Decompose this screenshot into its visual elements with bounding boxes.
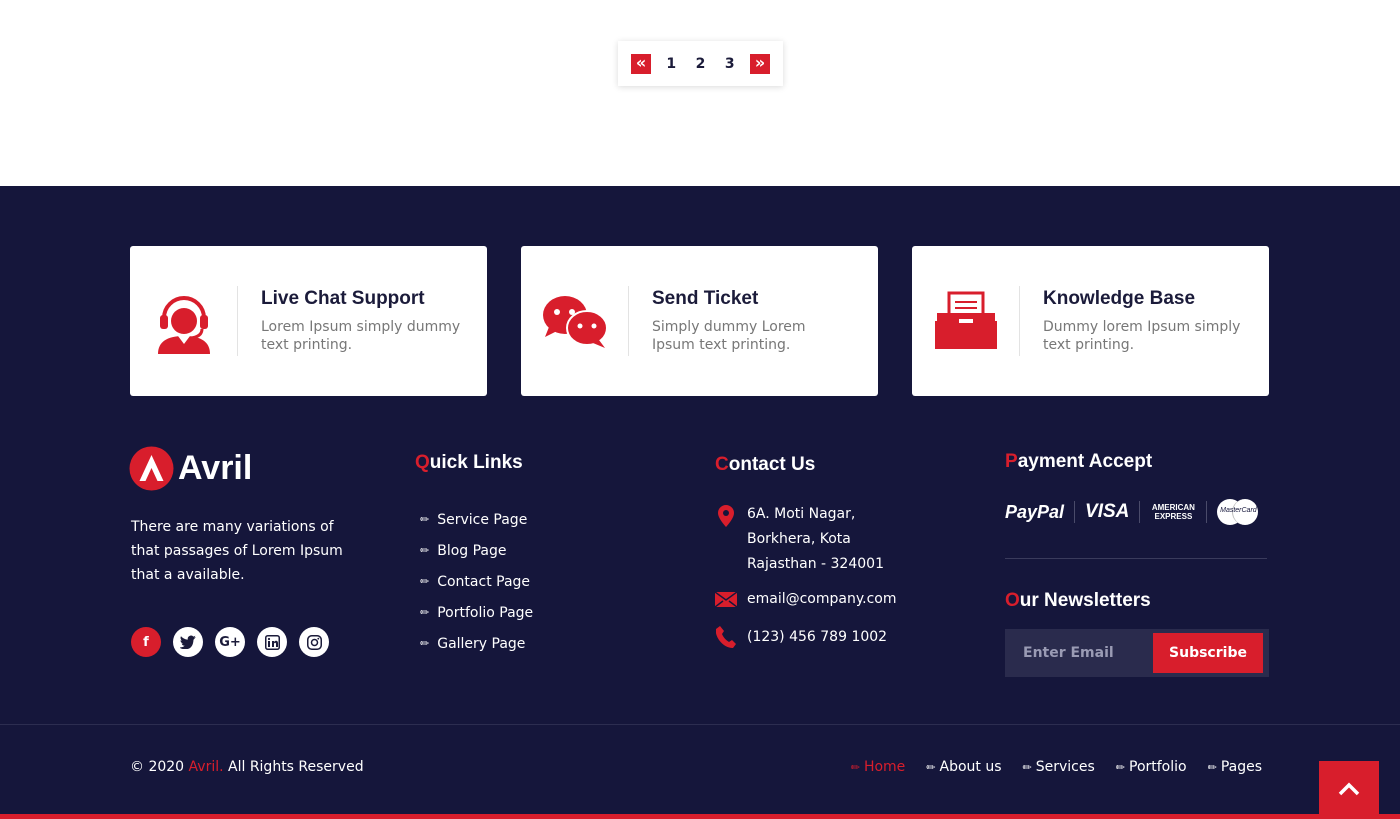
mastercard-logo: MasterCard (1217, 499, 1259, 525)
facebook-icon[interactable]: f (131, 627, 161, 657)
pagination-page-3[interactable]: 3 (721, 56, 739, 72)
pagination-next-button[interactable]: » (750, 53, 770, 74)
card-description: Dummy lorem Ipsum simply text printing. (1043, 319, 1241, 353)
google-plus-icon[interactable]: G+ (215, 627, 245, 657)
contact-info: 6A. Moti Nagar, Borkhera, Kota Rajasthan… (715, 502, 897, 656)
pencil-bullet-icon: ✏ (926, 761, 936, 774)
pencil-bullet-icon: ✏ (420, 513, 430, 526)
pencil-bullet-icon: ✏ (420, 637, 430, 650)
pencil-bullet-icon: ✏ (420, 575, 430, 588)
quick-link-blog-page[interactable]: ✏ Blog Page (420, 535, 533, 566)
pencil-bullet-icon: ✏ (420, 544, 430, 557)
quick-link-service-page[interactable]: ✏ Service Page (420, 504, 533, 535)
copyright-brand-link[interactable]: Avril. (189, 759, 224, 775)
content-area: « 1 2 3 » (0, 0, 1400, 186)
about-text: There are many variations of that passag… (131, 519, 343, 583)
quick-links-title: Quick Links (415, 452, 523, 473)
card-title: Live Chat Support (261, 288, 425, 309)
newsletter-email-input[interactable] (1005, 629, 1153, 677)
footer: Live Chat Support Lorem Ipsum simply dum… (0, 186, 1400, 819)
pagination: « 1 2 3 » (618, 41, 783, 86)
pagination-page-1[interactable]: 1 (662, 56, 680, 72)
footer-accent-bar (0, 814, 1400, 819)
contact-title: Contact Us (715, 454, 816, 475)
bottom-nav-pages[interactable]: ✏ Pages (1208, 759, 1262, 775)
chevron-up-icon (1338, 782, 1360, 796)
pencil-bullet-icon: ✏ (1207, 761, 1217, 774)
pencil-bullet-icon: ✏ (420, 606, 430, 619)
phone-icon (715, 626, 737, 648)
pencil-bullet-icon: ✏ (850, 761, 860, 774)
payment-divider (1005, 558, 1267, 559)
avril-logo-icon (129, 446, 174, 491)
support-card-send-ticket[interactable]: Send Ticket Simply dummy Lorem Ipsum tex… (521, 246, 878, 396)
card-title: Send Ticket (652, 288, 759, 309)
bottom-nav-home[interactable]: ✏ Home (851, 759, 906, 775)
contact-address: 6A. Moti Nagar, Borkhera, Kota Rajasthan… (715, 502, 897, 580)
quick-links-list: ✏ Service Page ✏ Blog Page ✏ Contact Page ✏… (420, 504, 533, 659)
footer-divider (0, 724, 1400, 725)
bottom-nav-portfolio[interactable]: ✏ Portfolio (1116, 759, 1187, 775)
subscribe-button[interactable]: Subscribe (1153, 633, 1263, 673)
instagram-icon[interactable] (299, 627, 329, 657)
newsletter-title: Our Newsletters (1005, 590, 1151, 611)
headset-agent-icon (130, 286, 238, 356)
twitter-icon[interactable] (173, 627, 203, 657)
quick-link-contact-page[interactable]: ✏ Contact Page (420, 566, 533, 597)
pencil-bullet-icon: ✏ (1022, 761, 1032, 774)
paypal-logo: PayPal (1005, 501, 1065, 522)
contact-email[interactable]: email@company.com (715, 580, 897, 618)
quick-link-gallery-page[interactable]: ✏ Gallery Page (420, 628, 533, 659)
pencil-bullet-icon: ✏ (1115, 761, 1125, 774)
copyright-text: © 2020 Avril. All Rights Reserved (130, 759, 364, 775)
bottom-nav: ✏ Home ✏ About us ✏ Services ✏ Portfolio ✏ Pa… (851, 759, 1262, 775)
document-basket-icon (912, 286, 1020, 356)
pagination-page-2[interactable]: 2 (692, 56, 710, 72)
amex-logo: AMERICAN EXPRESS (1151, 503, 1195, 521)
payment-title: Payment Accept (1005, 451, 1153, 472)
card-description: Simply dummy Lorem Ipsum text printing. (652, 319, 806, 353)
footer-logo[interactable]: Avril (129, 446, 252, 491)
bottom-nav-about[interactable]: ✏ About us (926, 759, 1001, 775)
contact-phone[interactable]: (123) 456 789 1002 (715, 618, 897, 656)
linkedin-icon[interactable] (257, 627, 287, 657)
bottom-nav-services[interactable]: ✏ Services (1023, 759, 1095, 775)
brand-name: Avril (178, 449, 253, 487)
visa-logo: VISA (1085, 501, 1130, 522)
map-pin-icon (715, 502, 737, 527)
card-title: Knowledge Base (1043, 288, 1196, 309)
card-description: Lorem Ipsum simply dummy text printing. (261, 319, 461, 353)
scroll-to-top-button[interactable] (1319, 761, 1379, 817)
pagination-prev-button[interactable]: « (631, 53, 651, 74)
support-card-live-chat[interactable]: Live Chat Support Lorem Ipsum simply dum… (130, 246, 487, 396)
chat-bubbles-icon (521, 286, 629, 356)
quick-link-portfolio-page[interactable]: ✏ Portfolio Page (420, 597, 533, 628)
social-links: f G+ (131, 627, 329, 657)
payment-methods: PayPal VISA AMERICAN EXPRESS MasterCard (1005, 499, 1259, 525)
newsletter-form: Subscribe (1005, 629, 1269, 677)
envelope-icon (715, 591, 737, 607)
support-card-knowledge-base[interactable]: Knowledge Base Dummy lorem Ipsum simply … (912, 246, 1269, 396)
